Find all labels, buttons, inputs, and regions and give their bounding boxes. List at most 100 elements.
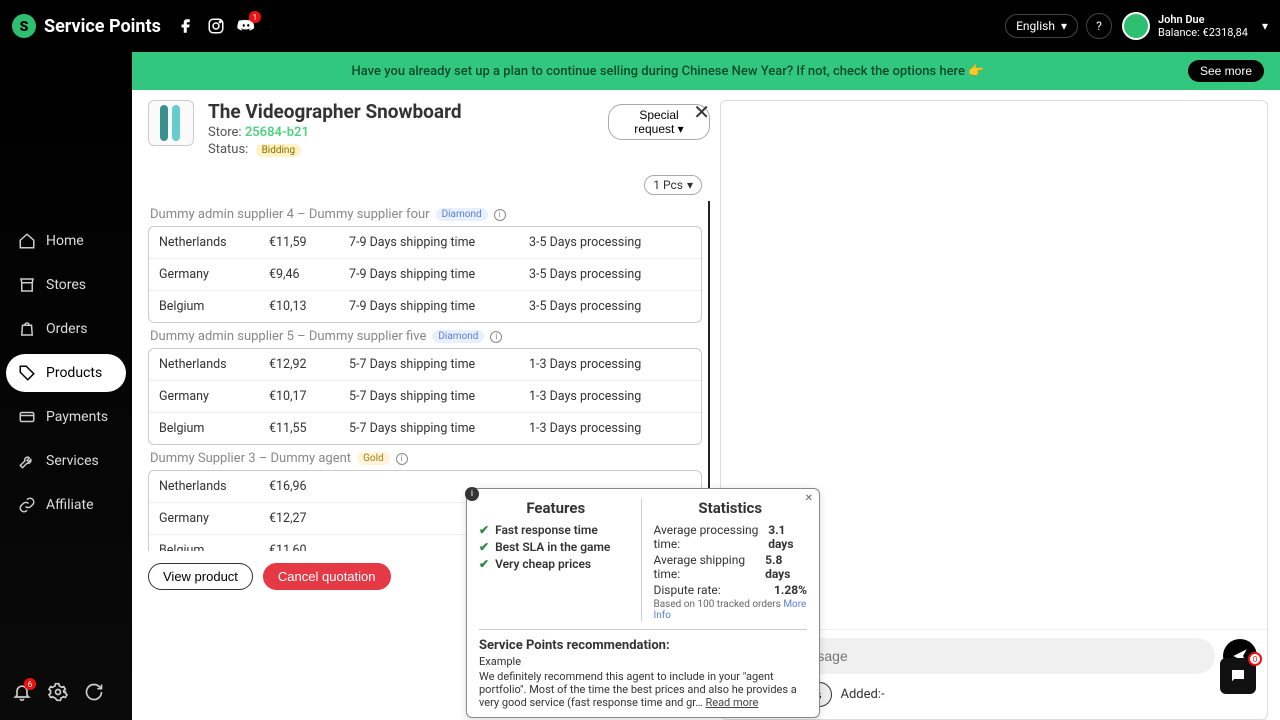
country: Belgium <box>159 299 269 314</box>
sidebar-item-payments[interactable]: Payments <box>6 398 126 436</box>
tier-badge: Diamond <box>436 208 488 221</box>
chat-fab-badge: 0 <box>1248 652 1262 666</box>
stat-label: Average processing time: <box>654 523 769 551</box>
close-icon[interactable]: ✕ <box>693 100 710 124</box>
sidebar-item-orders[interactable]: Orders <box>6 310 126 348</box>
nav-list: Home Stores Orders Products Payments Services… <box>0 222 132 530</box>
user-menu[interactable]: John Due Balance: €2318,84 ▾ <box>1122 12 1268 40</box>
processing: 1-3 Days processing <box>529 389 689 404</box>
sidebar-item-label: Payments <box>46 409 108 425</box>
supplier-header: Dummy admin supplier 4 – Dummy supplier … <box>148 201 702 226</box>
discord-badge: 1 <box>249 11 261 23</box>
stat-value: 3.1 days <box>768 523 807 551</box>
sidebar-item-label: Products <box>46 365 102 381</box>
processing: 3-5 Days processing <box>529 267 689 282</box>
shipping: 5-7 Days shipping time <box>349 357 529 372</box>
price: €9,46 <box>269 267 349 282</box>
quantity-select[interactable]: 1 Pcs ▾ <box>644 175 702 195</box>
promo-banner: Have you already set up a plan to contin… <box>132 52 1280 90</box>
chevron-down-icon: ▾ <box>687 178 693 192</box>
gear-icon[interactable] <box>48 682 68 702</box>
feature-label: Very cheap prices <box>495 557 591 571</box>
status-row: Status: Bidding <box>208 142 462 157</box>
price: €12,27 <box>269 511 349 526</box>
based-on: Based on 100 tracked orders More Info <box>654 599 808 621</box>
brand-logo[interactable]: S Service Points <box>12 14 161 38</box>
recommendation-heading: Service Points recommendation: <box>479 638 807 653</box>
price-row[interactable]: Netherlands€12,925-7 Days shipping time1… <box>149 349 701 380</box>
refresh-icon[interactable] <box>84 682 104 702</box>
close-icon[interactable]: ✕ <box>805 493 813 504</box>
sidebar-item-services[interactable]: Services <box>6 442 126 480</box>
cancel-quotation-button[interactable]: Cancel quotation <box>263 563 391 590</box>
instagram-icon[interactable] <box>207 17 225 35</box>
social-links: 1 <box>177 17 255 35</box>
supplier-rows: Netherlands€12,925-7 Days shipping time1… <box>148 348 702 445</box>
stat-value: 5.8 days <box>765 553 807 581</box>
shipping: 5-7 Days shipping time <box>349 421 529 436</box>
feature-item: ✔Very cheap prices <box>479 557 633 571</box>
chevron-down-icon: ▾ <box>1262 19 1268 33</box>
read-more-link[interactable]: Read more <box>705 696 758 709</box>
check-icon: ✔ <box>479 540 489 554</box>
product-title: The Videographer Snowboard <box>208 100 462 123</box>
sidebar-item-label: Stores <box>46 277 86 293</box>
sidebar-footer: 6 <box>0 672 132 720</box>
view-product-button[interactable]: View product <box>148 563 253 590</box>
features-heading: Features <box>479 499 633 517</box>
supplier-popover: i ✕ Features ✔Fast response time✔Best SL… <box>466 488 820 718</box>
sidebar-item-label: Home <box>46 233 84 249</box>
country: Germany <box>159 389 269 404</box>
supplier-name: Dummy admin supplier 4 – Dummy supplier … <box>150 207 430 222</box>
card-icon <box>18 408 36 426</box>
sidebar-item-home[interactable]: Home <box>6 222 126 260</box>
help-button[interactable]: ? <box>1086 13 1112 39</box>
processing: 1-3 Days processing <box>529 421 689 436</box>
info-icon[interactable]: i <box>396 453 408 465</box>
price-row[interactable]: Netherlands€11,597-9 Days shipping time3… <box>149 227 701 258</box>
home-icon <box>18 232 36 250</box>
sidebar-item-label: Affiliate <box>46 497 94 513</box>
sidebar-item-affiliate[interactable]: Affiliate <box>6 486 126 524</box>
tier-badge: Diamond <box>432 330 484 343</box>
supplier-header: Dummy Supplier 3 – Dummy agent Gold i <box>148 445 702 470</box>
tier-badge: Gold <box>357 452 390 465</box>
svg-text:S: S <box>20 19 29 35</box>
stat-row: Dispute rate:1.28% <box>654 583 808 597</box>
bell-icon[interactable]: 6 <box>12 682 32 702</box>
shipping: 7-9 Days shipping time <box>349 299 529 314</box>
discord-icon[interactable]: 1 <box>237 17 255 35</box>
see-more-button[interactable]: See more <box>1188 60 1264 82</box>
logo-mark-icon: S <box>12 14 36 38</box>
price: €10,17 <box>269 389 349 404</box>
feature-label: Fast response time <box>495 523 598 537</box>
price-row[interactable]: Germany€9,467-9 Days shipping time3-5 Da… <box>149 258 701 290</box>
sidebar-item-products[interactable]: Products <box>6 354 126 392</box>
country: Netherlands <box>159 479 269 494</box>
help-label: ? <box>1096 19 1102 33</box>
price: €11,55 <box>269 421 349 436</box>
language-label: English <box>1016 19 1055 33</box>
language-select[interactable]: English ▾ <box>1005 14 1078 38</box>
quantity-label: 1 Pcs <box>653 178 683 192</box>
info-icon[interactable]: i <box>490 331 502 343</box>
status-badge: Bidding <box>256 144 302 157</box>
price-row[interactable]: Belgium€11,555-7 Days shipping time1-3 D… <box>149 412 701 444</box>
store-row: Store: 25684-b21 <box>208 125 462 140</box>
price-row[interactable]: Belgium€10,137-9 Days shipping time3-5 D… <box>149 290 701 322</box>
price-row[interactable]: Germany€10,175-7 Days shipping time1-3 D… <box>149 380 701 412</box>
shipping: 7-9 Days shipping time <box>349 235 529 250</box>
info-icon[interactable]: i <box>494 209 506 221</box>
supplier-name: Dummy admin supplier 5 – Dummy supplier … <box>150 329 426 344</box>
country: Germany <box>159 267 269 282</box>
notifications-badge: 6 <box>24 678 36 690</box>
status-label: Status: <box>208 142 248 157</box>
supplier-header: Dummy admin supplier 5 – Dummy supplier … <box>148 323 702 348</box>
sidebar-item-stores[interactable]: Stores <box>6 266 126 304</box>
chat-fab[interactable]: 0 <box>1220 658 1256 694</box>
special-request-label: Special request <box>634 108 678 136</box>
product-thumbnail <box>148 100 194 146</box>
avatar <box>1122 12 1150 40</box>
chevron-down-icon: ▾ <box>1061 19 1067 33</box>
facebook-icon[interactable] <box>177 17 195 35</box>
